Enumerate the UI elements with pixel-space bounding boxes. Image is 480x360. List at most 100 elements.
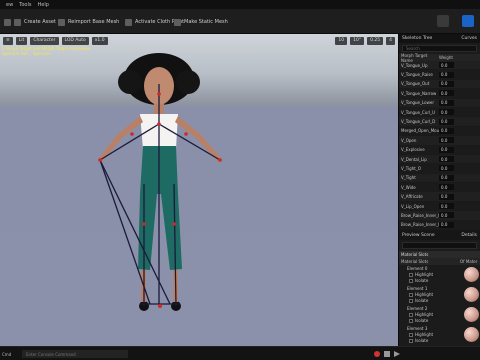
rotation-snap-button[interactable]: 10° [350,36,365,45]
morph-weight-field[interactable]: 0.0 [439,203,454,210]
make-static-mesh-button[interactable]: Make Static Mesh [174,17,228,27]
morph-row[interactable]: V_Tongue_Narrow 0.0 [399,89,480,99]
morph-row[interactable]: V_Open 0.0 [399,136,480,146]
scale-snap-button[interactable]: 0.25 [367,36,384,45]
morph-weight-field[interactable]: 0.0 [439,127,454,134]
morph-weight-field[interactable]: 0.0 [439,62,454,69]
morph-search-input[interactable]: Search [402,45,477,52]
morph-row[interactable]: V_Lip_Open 0.0 [399,202,480,212]
material-thumbnail[interactable] [464,307,479,323]
viewport[interactable]: ≡ Lit Character LOD Auto x1.0 10 10° 0.2… [0,34,398,346]
morph-weight-field[interactable]: 0.0 [439,146,454,153]
morph-weight-field[interactable]: 0.0 [439,109,454,116]
material-thumbnail[interactable] [464,287,479,303]
morph-row[interactable]: V_Wide 0.0 [399,183,480,193]
highlight-label: Highlight [415,332,434,338]
highlight-checkbox[interactable]: Highlight [409,332,433,337]
morph-target-list: V_Tongue_Up 0.0 V_Tongue_Raise 0.0 V_Tongue_… [399,61,480,231]
morph-weight-field[interactable]: 0.0 [439,221,454,228]
skeleton-mode-button[interactable] [437,15,449,27]
morph-row[interactable]: V_Tongue_Up 0.0 [399,61,480,71]
morph-weight-field[interactable]: 0.0 [439,193,454,200]
isolate-checkbox[interactable]: Isolate [409,318,428,323]
menu-item-tools[interactable]: Tools [19,2,31,8]
create-asset-button[interactable]: Create Asset [14,17,56,27]
lod-menu-button[interactable]: LOD Auto [61,36,89,45]
material-thumbnail[interactable] [464,267,479,283]
material-slots-section[interactable]: Material Slots [399,251,480,259]
morph-weight-field[interactable]: 0.0 [439,90,454,97]
morph-row[interactable]: Merged_Open_Mouth0.0 [399,127,480,137]
camera-speed-button[interactable]: 4 [386,36,395,45]
morph-weight-field[interactable]: 0.0 [439,212,454,219]
tab-preview-scene[interactable]: Preview Scene [402,233,435,238]
highlight-label: Highlight [415,292,434,298]
morph-row[interactable]: V_Tongue_Out 0.0 [399,79,480,90]
column-weight[interactable]: Weight [439,55,459,60]
reimport-button[interactable]: Reimport Base Mesh [58,17,119,27]
menu-item-view[interactable]: ew [6,2,13,8]
menu-item-help[interactable]: Help [38,2,49,8]
morph-weight-field[interactable]: 0.0 [439,80,454,87]
highlight-checkbox[interactable]: Highlight [409,272,433,277]
make-static-mesh-label: Make Static Mesh [184,19,228,25]
morph-weight-field[interactable]: 0.0 [439,165,454,172]
morph-weight-field[interactable]: 0.0 [439,99,454,106]
morph-name: Brow_Raise_Inner_L [401,212,439,218]
morph-weight-field[interactable]: 0.0 [439,71,454,78]
highlight-checkbox[interactable]: Highlight [409,312,433,317]
isolate-checkbox[interactable]: Isolate [409,338,428,343]
details-search-input[interactable] [402,242,477,250]
morph-row[interactable]: V_Tongue_Lower 0.0 [399,98,480,108]
material-slot-name: Element 2 [407,306,428,312]
play-icon [394,351,400,357]
grid-snap-button[interactable]: 10 [335,36,348,45]
mesh-mode-button[interactable] [462,15,474,27]
tab-skeleton-tree[interactable]: Skeleton Tree [399,36,435,41]
material-thumbnail[interactable] [464,327,479,343]
material-column: Of Mater [460,259,478,265]
column-morph-name[interactable]: Morph Target Name [399,53,439,63]
morph-row[interactable]: Brow_Raise_Inner_R 0.0 [399,221,480,231]
console-command-input[interactable]: Enter Console Command [22,350,128,358]
morph-row[interactable]: V_Tongue_Curl_U 0.0 [399,108,480,118]
morph-row[interactable]: V_Tongue_Curl_D 0.0 [399,117,480,127]
stop-icon [384,351,390,357]
morph-row[interactable]: V_Affricate 0.0 [399,192,480,202]
morph-name: Merged_Open_Mouth [401,128,439,134]
playback-speed-button[interactable]: x1.0 [91,36,108,45]
morph-weight-field[interactable]: 0.0 [439,156,454,163]
viewport-options-button[interactable]: ≡ [3,36,13,45]
record-controls [374,351,400,357]
morph-row[interactable]: V_Tongue_Raise 0.0 [399,70,480,80]
material-slot-name: Element 1 [407,286,428,292]
morph-table-header: Morph Target Name Weight [399,53,480,63]
morph-row[interactable]: V_Explosive 0.0 [399,146,480,155]
save-button[interactable] [4,17,14,27]
highlight-checkbox[interactable]: Highlight [409,292,433,297]
tab-details[interactable]: Details [461,233,477,238]
morph-name: V_Tongue_Up [401,62,428,68]
morph-row[interactable]: Brow_Raise_Inner_L 0.0 [399,211,480,221]
lit-mode-button[interactable]: Lit [15,36,28,45]
isolate-label: Isolate [415,318,429,324]
isolate-label: Isolate [415,338,429,344]
material-slot: Element 1 Highlight Isolate [399,285,480,305]
create-asset-icon [14,18,21,26]
cmd-button[interactable]: Cmd [2,350,20,358]
morph-weight-field[interactable]: 0.0 [439,137,454,144]
morph-weight-field[interactable]: 0.0 [439,118,454,125]
morph-row[interactable]: V_Tight_O 0.0 [399,164,480,174]
morph-weight-field[interactable]: 0.0 [439,184,454,191]
isolate-checkbox[interactable]: Isolate [409,298,428,303]
tab-curves[interactable]: Curves [458,36,480,41]
morph-name: V_Tongue_Lower [401,100,434,106]
isolate-checkbox[interactable]: Isolate [409,278,428,283]
morph-name: V_Tongue_Curl_U [401,109,436,115]
record-icon [374,351,380,357]
morph-weight-field[interactable]: 0.0 [439,174,454,181]
character-menu-button[interactable]: Character [30,36,59,45]
morph-row[interactable]: V_Tight 0.0 [399,173,480,184]
material-slot: Element 2 Highlight Isolate [399,305,480,325]
morph-row[interactable]: V_Dental_Lip 0.0 [399,154,480,165]
